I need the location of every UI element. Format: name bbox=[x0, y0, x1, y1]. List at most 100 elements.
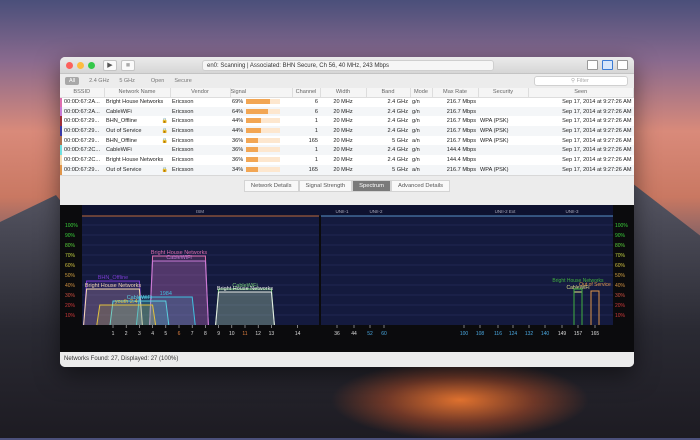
filter-secure[interactable]: Secure bbox=[174, 78, 191, 84]
percent-tick-right: 80% bbox=[615, 243, 626, 249]
column-header-network-name[interactable]: Network Name bbox=[104, 88, 170, 97]
filter-input[interactable]: ⚲ Filter bbox=[534, 76, 628, 86]
signal-text: 69% bbox=[232, 99, 243, 105]
signal-bar bbox=[246, 167, 280, 172]
seen: Sep 17, 2014 at 9:27:26 AM bbox=[528, 107, 634, 117]
column-header-seen[interactable]: Seen bbox=[528, 88, 634, 97]
filter-bar: All 2.4 GHz 5 GHz Open Secure ⚲ Filter bbox=[60, 74, 634, 88]
width: 20 MHz bbox=[320, 155, 366, 165]
table-row[interactable]: 00:0D:67:2C... Bright House Networks Eri… bbox=[60, 155, 634, 165]
filter-all[interactable]: All bbox=[65, 77, 79, 85]
network-name-text: Bright House Networks bbox=[106, 157, 163, 163]
table-row[interactable]: 00:0D:67:2A... CableWiFi Ericsson 64% 6 … bbox=[60, 107, 634, 117]
signal-bar bbox=[246, 128, 280, 133]
column-header-security[interactable]: Security bbox=[478, 88, 528, 97]
signal: 36% bbox=[230, 145, 292, 155]
channel-label-149: 149 bbox=[558, 331, 567, 337]
table-row[interactable]: 00:0D:67:29... BHN_Offline🔒 Ericsson 36%… bbox=[60, 136, 634, 146]
table-row[interactable]: 00:0D:67:2C... CableWiFi Ericsson 36% 1 … bbox=[60, 145, 634, 155]
channel-label-116: 116 bbox=[494, 331, 502, 337]
table-row[interactable]: 00:0D:67:29... Out of Service🔒 Ericsson … bbox=[60, 126, 634, 136]
channel-label-4: 4 bbox=[151, 331, 154, 337]
security: WPA (PSK) bbox=[478, 165, 528, 175]
play-button[interactable]: ▶ bbox=[103, 60, 117, 71]
network-color-strip bbox=[60, 126, 62, 136]
network-name-text: Out of Service bbox=[106, 128, 141, 134]
seen: Sep 17, 2014 at 9:27:26 AM bbox=[528, 126, 634, 136]
scan-status: en0: Scanning | Associated: BHN Secure, … bbox=[202, 60, 494, 71]
tab-network-details[interactable]: Network Details bbox=[244, 180, 299, 192]
width: 20 MHz bbox=[320, 136, 366, 146]
wallpaper-glow bbox=[330, 360, 590, 440]
channel-label-132: 132 bbox=[525, 331, 534, 337]
percent-tick-left: 10% bbox=[65, 313, 76, 319]
vendor: Ericsson bbox=[170, 126, 230, 136]
column-header-bssid[interactable]: BSSID bbox=[60, 88, 104, 97]
table-row[interactable]: 00:0D:67:2A... CableWiFi Ericsson 33% 15… bbox=[60, 175, 634, 176]
lock-icon: 🔒 bbox=[162, 118, 168, 124]
signal-text: 36% bbox=[232, 157, 243, 163]
column-header-signal[interactable]: Signal bbox=[230, 88, 292, 97]
max-rate: 216.7 Mbps bbox=[432, 136, 478, 146]
signal-text: 34% bbox=[232, 167, 243, 173]
width: 20 MHz bbox=[320, 97, 366, 107]
signal: 44% bbox=[230, 126, 292, 136]
column-header-max-rate[interactable]: Max Rate bbox=[432, 88, 478, 97]
sidebar-left-toggle-icon[interactable] bbox=[587, 60, 598, 70]
tab-spectrum[interactable]: Spectrum bbox=[352, 180, 391, 192]
tab-signal-strength[interactable]: Signal Strength bbox=[299, 180, 353, 192]
network-table: BSSIDNetwork NameVendorSignalChannelWidt… bbox=[60, 88, 634, 175]
channel: 6 bbox=[292, 97, 320, 107]
security bbox=[478, 145, 528, 155]
max-rate: 144.4 Mbps bbox=[432, 145, 478, 155]
filter-open[interactable]: Open bbox=[151, 78, 164, 84]
network-name: CableWiFi bbox=[104, 175, 170, 176]
seen: Sep 17, 2014 at 9:27:26 AM bbox=[528, 145, 634, 155]
column-header-band[interactable]: Band bbox=[366, 88, 410, 97]
width: 20 MHz bbox=[320, 175, 366, 176]
network-curve bbox=[216, 292, 275, 325]
network-name-text: BHN_Offline bbox=[106, 138, 137, 144]
tab-advanced-details[interactable]: Advanced Details bbox=[391, 180, 450, 192]
column-header-vendor[interactable]: Vendor bbox=[170, 88, 230, 97]
bottom-panel-toggle-icon[interactable] bbox=[602, 60, 613, 70]
table-row[interactable]: 00:0D:67:2A... Bright House Networks Eri… bbox=[60, 97, 634, 107]
channel-label-14: 14 bbox=[295, 331, 301, 337]
table-row[interactable]: 00:0D:67:29... BHN_Offline🔒 Ericsson 44%… bbox=[60, 116, 634, 126]
bssid: 00:0D:67:29... bbox=[60, 136, 104, 146]
seen: Sep 17, 2014 at 9:27:26 AM bbox=[528, 165, 634, 175]
zoom-button[interactable] bbox=[88, 62, 95, 69]
channel-label-9: 9 bbox=[217, 331, 220, 337]
mode: g/n bbox=[410, 145, 432, 155]
network-name-text: Out of Service bbox=[106, 167, 141, 173]
column-header-channel[interactable]: Channel bbox=[292, 88, 320, 97]
channel-label-2: 2 bbox=[125, 331, 128, 337]
channel-label-108: 108 bbox=[476, 331, 485, 337]
signal-bar bbox=[246, 109, 280, 114]
network-name-text: CableWiFi bbox=[106, 147, 132, 153]
column-header-width[interactable]: Width bbox=[320, 88, 366, 97]
filter-24ghz[interactable]: 2.4 GHz bbox=[89, 78, 109, 84]
table-row[interactable]: 00:0D:67:29... Out of Service🔒 Ericsson … bbox=[60, 165, 634, 175]
channel: 1 bbox=[292, 126, 320, 136]
close-button[interactable] bbox=[66, 62, 73, 69]
signal-text: 36% bbox=[232, 147, 243, 153]
filter-5ghz[interactable]: 5 GHz bbox=[119, 78, 135, 84]
mode: g/n bbox=[410, 107, 432, 117]
channel-label-124: 124 bbox=[509, 331, 518, 337]
signal-text: 44% bbox=[232, 118, 243, 124]
vendor: Ericsson bbox=[170, 155, 230, 165]
stop-button[interactable]: ■ bbox=[121, 60, 135, 71]
network-name: Out of Service🔒 bbox=[104, 165, 170, 175]
channel-label-7: 7 bbox=[191, 331, 194, 337]
signal-bar bbox=[246, 118, 280, 123]
sidebar-right-toggle-icon[interactable] bbox=[617, 60, 628, 70]
network-name-text: BHN_Offline bbox=[106, 118, 137, 124]
plot-area-5ghz bbox=[321, 216, 613, 325]
signal-bar bbox=[246, 138, 280, 143]
bssid-text: 00:0D:67:2A... bbox=[62, 109, 100, 115]
channel-label-11: 11 bbox=[242, 331, 247, 337]
minimize-button[interactable] bbox=[77, 62, 84, 69]
column-header-mode[interactable]: Mode bbox=[410, 88, 432, 97]
bssid: 00:0D:67:2C... bbox=[60, 155, 104, 165]
